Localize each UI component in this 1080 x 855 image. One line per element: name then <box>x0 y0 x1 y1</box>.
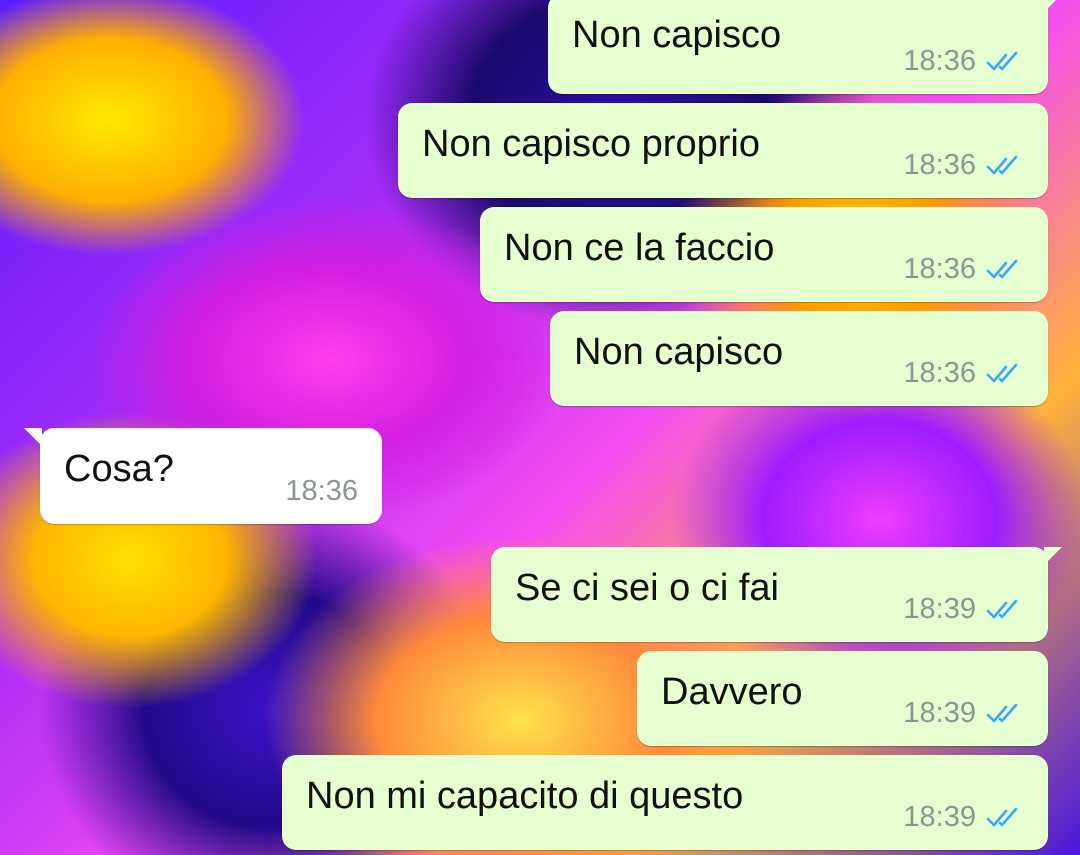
message-bubble-outgoing[interactable]: Se ci sei o ci fai 18:39 <box>491 547 1062 642</box>
bubble-tail <box>1044 0 1062 12</box>
message-bubble-outgoing[interactable]: Davvero 18:39 <box>637 651 1048 746</box>
message-text: Davvero <box>661 671 803 713</box>
message-meta: 18:36 <box>903 357 1024 390</box>
message-bubble-incoming[interactable]: Cosa? 18:36 <box>24 428 382 524</box>
message-bubble-outgoing[interactable]: Non capisco 18:36 <box>548 0 1062 94</box>
double-check-icon <box>986 363 1018 382</box>
message-time: 18:36 <box>903 149 976 181</box>
message-meta: 18:39 <box>903 593 1024 626</box>
double-check-icon <box>986 51 1018 70</box>
message-meta: 18:36 <box>903 253 1024 286</box>
message-meta: 18:36 <box>903 45 1024 78</box>
message-text: Non capisco <box>574 331 784 373</box>
message-text: Non capisco <box>572 14 782 56</box>
message-bubble-outgoing[interactable]: Non mi capacito di questo 18:39 <box>282 755 1048 850</box>
message-bubble-outgoing[interactable]: Non ce la faccio 18:36 <box>480 207 1048 302</box>
bubble-tail <box>1044 547 1062 565</box>
message-time: 18:36 <box>285 475 358 507</box>
message-meta: 18:39 <box>903 801 1024 834</box>
message-time: 18:36 <box>903 45 976 77</box>
message-meta: 18:36 <box>903 149 1024 182</box>
message-meta: 18:39 <box>903 697 1024 730</box>
message-time: 18:36 <box>903 357 976 389</box>
message-text: Cosa? <box>64 448 174 490</box>
message-text: Se ci sei o ci fai <box>515 567 779 609</box>
message-bubble-outgoing[interactable]: Non capisco 18:36 <box>550 311 1048 406</box>
message-text: Non capisco proprio <box>422 123 760 165</box>
message-text: Non mi capacito di questo <box>306 775 744 817</box>
double-check-icon <box>986 703 1018 722</box>
double-check-icon <box>986 599 1018 618</box>
message-time: 18:39 <box>903 593 976 625</box>
message-time: 18:39 <box>903 697 976 729</box>
double-check-icon <box>986 259 1018 278</box>
message-text: Non ce la faccio <box>504 227 775 269</box>
message-bubble-outgoing[interactable]: Non capisco proprio 18:36 <box>398 103 1048 198</box>
message-time: 18:36 <box>903 253 976 285</box>
double-check-icon <box>986 807 1018 826</box>
message-time: 18:39 <box>903 801 976 833</box>
double-check-icon <box>986 155 1018 174</box>
bubble-tail <box>24 428 42 446</box>
message-meta: 18:36 <box>285 475 358 508</box>
